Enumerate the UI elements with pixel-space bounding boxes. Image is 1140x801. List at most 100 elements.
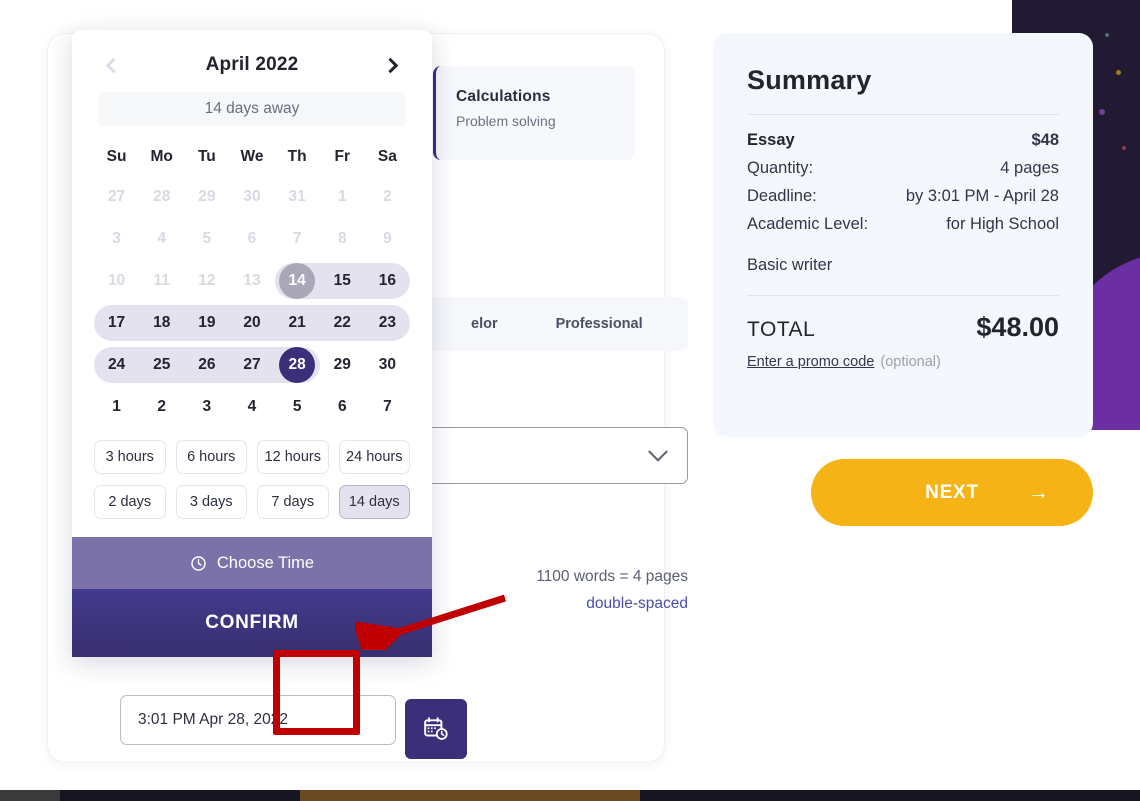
footer-left-block bbox=[0, 790, 60, 801]
calendar-header: April 2022 bbox=[72, 30, 432, 88]
calendar-day-11: 11 bbox=[139, 260, 184, 302]
calendar-day-label: 6 bbox=[234, 221, 270, 257]
calendar-day-label: 2 bbox=[144, 389, 180, 425]
calendar-day-14[interactable]: 14 bbox=[275, 260, 320, 302]
calendar-day-30[interactable]: 30 bbox=[365, 344, 410, 386]
footer-accent-block bbox=[300, 790, 640, 801]
quick-option-7-days[interactable]: 7 days bbox=[257, 485, 329, 519]
calendar-day-21[interactable]: 21 bbox=[275, 302, 320, 344]
summary-total-label: TOTAL bbox=[747, 318, 815, 342]
calendar-day-label: 9 bbox=[369, 221, 405, 257]
calendar-day-27[interactable]: 27 bbox=[229, 344, 274, 386]
choose-time-button[interactable]: Choose Time bbox=[72, 537, 432, 589]
tab-bachelor[interactable]: elor bbox=[471, 316, 498, 332]
calendar-day-label: 18 bbox=[144, 305, 180, 341]
calendar-day-label: 4 bbox=[144, 221, 180, 257]
quick-option-2-days[interactable]: 2 days bbox=[94, 485, 166, 519]
calendar-day-31: 31 bbox=[275, 176, 320, 218]
summary-row-academic-level-label: Academic Level: bbox=[747, 215, 868, 234]
calendar-day-label: 21 bbox=[279, 305, 315, 341]
summary-title: Summary bbox=[747, 65, 1059, 96]
calendar-day-label: 19 bbox=[189, 305, 225, 341]
calendar-day-10: 10 bbox=[94, 260, 139, 302]
weekday-su: Su bbox=[94, 142, 139, 172]
summary-divider-top bbox=[747, 114, 1059, 115]
calendar-day-label: 7 bbox=[369, 389, 405, 425]
calendar-day-20[interactable]: 20 bbox=[229, 302, 274, 344]
quick-option-14-days[interactable]: 14 days bbox=[339, 485, 411, 519]
quick-row-days: 2 days 3 days 7 days 14 days bbox=[94, 485, 410, 519]
confirm-button[interactable]: CONFIRM bbox=[72, 589, 432, 657]
calendar-day-label: 1 bbox=[99, 389, 135, 425]
summary-total-value: $48.00 bbox=[976, 312, 1059, 343]
calendar-day-6[interactable]: 6 bbox=[320, 386, 365, 428]
tab-professional[interactable]: Professional bbox=[556, 316, 643, 332]
calendar-day-label: 31 bbox=[279, 179, 315, 215]
calendar-day-24[interactable]: 24 bbox=[94, 344, 139, 386]
calendar-day-2: 2 bbox=[365, 176, 410, 218]
calendar-day-29[interactable]: 29 bbox=[320, 344, 365, 386]
quick-option-3-days[interactable]: 3 days bbox=[176, 485, 248, 519]
calendar-day-label: 14 bbox=[279, 263, 315, 299]
calendar-day-23[interactable]: 23 bbox=[365, 302, 410, 344]
calendar-day-7: 7 bbox=[275, 218, 320, 260]
summary-row-essay-value: $48 bbox=[1031, 131, 1059, 150]
calendar-day-label: 25 bbox=[144, 347, 180, 383]
words-line-1: 1100 words = 4 pages bbox=[448, 563, 688, 590]
calendar-day-16[interactable]: 16 bbox=[365, 260, 410, 302]
calendar-day-label: 12 bbox=[189, 263, 225, 299]
chevron-left-icon bbox=[105, 57, 121, 73]
calculations-title: Calculations bbox=[456, 88, 615, 106]
summary-row-essay: Essay $48 bbox=[747, 131, 1059, 150]
weekday-th: Th bbox=[275, 142, 320, 172]
calendar-day-1[interactable]: 1 bbox=[94, 386, 139, 428]
calendar-day-25[interactable]: 25 bbox=[139, 344, 184, 386]
calendar-day-5[interactable]: 5 bbox=[275, 386, 320, 428]
prev-month-button[interactable] bbox=[100, 52, 126, 78]
quick-deadline-options: 3 hours 6 hours 12 hours 24 hours 2 days 3 d… bbox=[94, 440, 410, 519]
calendar-day-7[interactable]: 7 bbox=[365, 386, 410, 428]
calendar-day-label: 5 bbox=[189, 221, 225, 257]
date-picker-popup: April 2022 14 days away Su Mo Tu We Th F… bbox=[72, 30, 432, 657]
summary-divider-bottom bbox=[747, 295, 1059, 296]
quick-row-hours: 3 hours 6 hours 12 hours 24 hours bbox=[94, 440, 410, 474]
calendar-day-label: 20 bbox=[234, 305, 270, 341]
choose-time-label: Choose Time bbox=[217, 554, 314, 573]
next-month-button[interactable] bbox=[378, 52, 404, 78]
calendar-day-9: 9 bbox=[365, 218, 410, 260]
calendar-day-3[interactable]: 3 bbox=[184, 386, 229, 428]
calendar-clock-icon-button[interactable] bbox=[405, 699, 467, 759]
words-pages-note: 1100 words = 4 pages double-spaced bbox=[448, 563, 688, 617]
quick-option-24-hours[interactable]: 24 hours bbox=[339, 440, 411, 474]
summary-total-row: TOTAL $48.00 bbox=[747, 312, 1059, 343]
calendar-day-22[interactable]: 22 bbox=[320, 302, 365, 344]
quick-option-3-hours[interactable]: 3 hours bbox=[94, 440, 166, 474]
calendar-week-row: 10111213141516 bbox=[94, 260, 410, 302]
quick-option-12-hours[interactable]: 12 hours bbox=[257, 440, 329, 474]
calendar-day-28[interactable]: 28 bbox=[275, 344, 320, 386]
calculations-option-card[interactable]: Calculations Problem solving bbox=[433, 66, 635, 160]
calendar-day-2[interactable]: 2 bbox=[139, 386, 184, 428]
arrow-right-icon: → bbox=[1028, 481, 1049, 505]
calendar-day-label: 24 bbox=[99, 347, 135, 383]
calendar-day-26[interactable]: 26 bbox=[184, 344, 229, 386]
calendar-clock-icon bbox=[423, 716, 449, 742]
calendar-day-15[interactable]: 15 bbox=[320, 260, 365, 302]
calendar-day-17[interactable]: 17 bbox=[94, 302, 139, 344]
chevron-right-icon bbox=[383, 57, 399, 73]
calendar-day-label: 29 bbox=[324, 347, 360, 383]
promo-code-link[interactable]: Enter a promo code bbox=[747, 354, 874, 370]
summary-row-deadline: Deadline: by 3:01 PM - April 28 bbox=[747, 187, 1059, 206]
quick-option-6-hours[interactable]: 6 hours bbox=[176, 440, 248, 474]
summary-row-deadline-label: Deadline: bbox=[747, 187, 817, 206]
calendar-day-label: 30 bbox=[369, 347, 405, 383]
calendar-day-label: 8 bbox=[324, 221, 360, 257]
calendar-day-label: 28 bbox=[279, 347, 315, 383]
deadline-date-input[interactable]: 3:01 PM Apr 28, 2022 bbox=[120, 695, 396, 745]
calendar-day-4[interactable]: 4 bbox=[229, 386, 274, 428]
calendar-day-18[interactable]: 18 bbox=[139, 302, 184, 344]
star-dot bbox=[1105, 33, 1109, 37]
calendar-day-label: 11 bbox=[144, 263, 180, 299]
calendar-day-19[interactable]: 19 bbox=[184, 302, 229, 344]
next-button[interactable]: NEXT → bbox=[811, 459, 1093, 526]
